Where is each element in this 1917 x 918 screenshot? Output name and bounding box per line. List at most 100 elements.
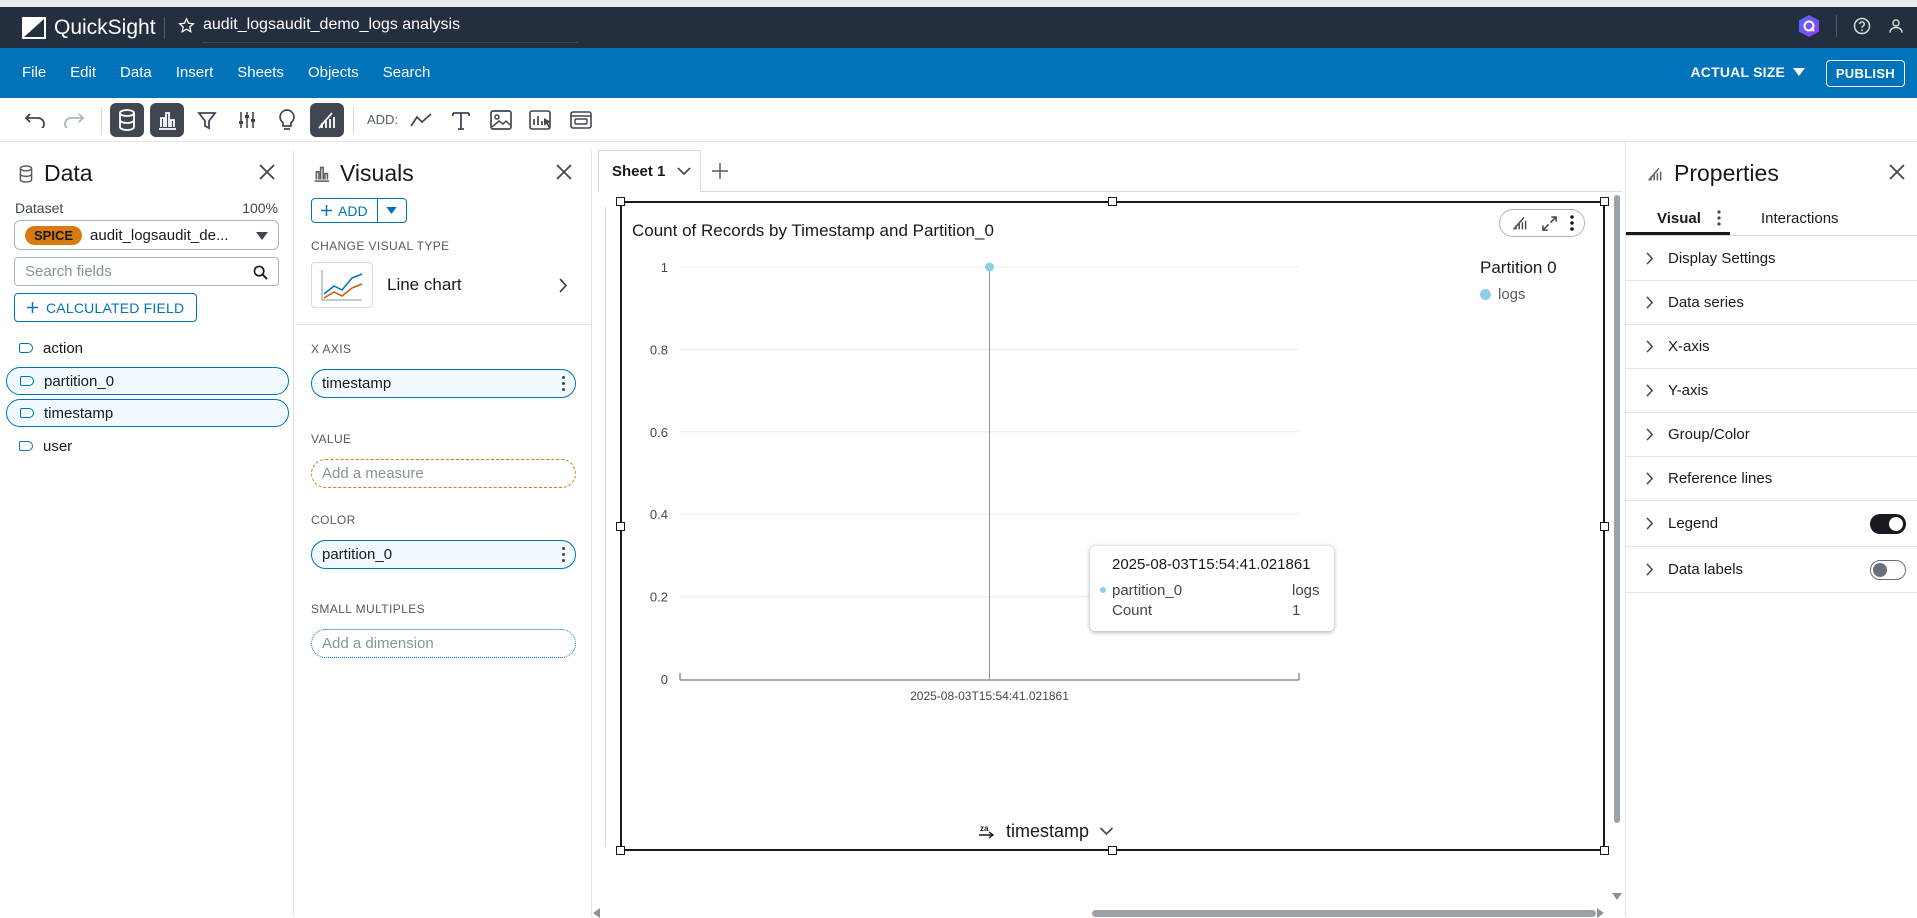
data-labels-toggle[interactable] [1870,560,1906,580]
quicksight-logo[interactable]: QuickSight [22,16,156,40]
vertical-scrollbar[interactable] [1614,195,1620,823]
dataset-select[interactable]: SPICE audit_logsaudit_de... [14,220,279,250]
add-image-button[interactable] [484,103,518,137]
x-axis-field-well[interactable]: timestamp [311,369,576,398]
add-visual-split-button[interactable]: ADD [311,198,407,223]
x-axis-title: timestamp [1006,821,1090,841]
line-chart[interactable]: 0 0.2 0.4 0.6 0.8 1 2025-08-03T15:54:41.021861 [622,203,1603,849]
q-assistant-icon[interactable] [1798,14,1820,38]
add-insight-button[interactable] [524,103,558,137]
chevron-right-icon [559,278,568,293]
legend-toggle[interactable] [1870,514,1906,534]
dimension-tag-icon [20,376,34,386]
dimension-tag-icon [19,343,33,353]
tab-sheet-1[interactable]: Sheet 1 [598,150,701,192]
undo-icon [24,113,45,128]
user-icon[interactable] [1887,17,1905,35]
add-button[interactable]: ADD [312,199,378,222]
menu-file[interactable]: File [22,64,46,81]
horizontal-scrollbar[interactable] [1092,910,1596,917]
filter-button[interactable] [190,103,224,137]
visuals-pane-toggle[interactable] [150,103,184,137]
calculated-field-button[interactable]: CALCULATED FIELD [14,293,198,322]
y-tick-label: 0.8 [650,342,668,357]
close-icon[interactable] [555,163,573,181]
field-partition-0[interactable]: partition_0 [6,367,289,395]
data-panel-header: Data [18,160,93,187]
chart-cursor-icon [529,110,551,130]
x-axis-field-selector[interactable]: za timestamp [978,821,1114,842]
caret-down-icon [1793,68,1805,76]
dataset-label: Dataset [15,200,64,216]
section-y-axis[interactable]: Y-axis [1626,369,1917,413]
x-tick-label: 2025-08-03T15:54:41.021861 [910,689,1069,703]
scroll-down-arrow-icon[interactable] [1612,893,1622,900]
chevron-down-icon[interactable] [677,167,691,176]
help-icon[interactable] [1853,17,1871,35]
field-label: timestamp [44,404,114,422]
section-group-color[interactable]: Group/Color [1626,413,1917,457]
field-label: user [43,437,73,455]
field-timestamp[interactable]: timestamp [6,399,289,427]
add-visual-button[interactable] [404,103,438,137]
star-icon[interactable] [178,16,195,34]
menu-data[interactable]: Data [120,64,152,81]
chevron-right-icon [1646,563,1654,576]
tab-interactions[interactable]: Interactions [1761,210,1839,227]
section-data-series[interactable]: Data series [1626,281,1917,325]
section-x-axis[interactable]: X-axis [1626,325,1917,369]
color-field-well[interactable]: partition_0 [311,540,576,569]
small-multiples-field-well[interactable]: Add a dimension [311,629,576,658]
more-options-icon[interactable] [562,547,566,565]
tooltip-header: 2025-08-03T15:54:41.021861 [1112,556,1311,573]
value-field-well[interactable]: Add a measure [311,459,576,488]
close-icon[interactable] [258,163,276,181]
redo-button[interactable] [57,103,91,137]
chevron-down-icon [1099,827,1114,836]
search-fields-input[interactable]: Search fields [14,257,279,286]
tooltip-value: logs [1292,581,1320,599]
field-action[interactable]: action [6,334,289,362]
publish-button[interactable]: PUBLISH [1825,60,1905,87]
chevron-right-icon [1646,384,1654,397]
text-icon [452,112,470,130]
visual-container[interactable]: Count of Records by Timestamp and Partit… [616,197,1609,855]
menu-bar: File Edit Data Insert Sheets Objects Sea… [0,48,1917,98]
section-reference-lines[interactable]: Reference lines [1626,457,1917,501]
undo-button[interactable] [18,103,52,137]
actual-size-dropdown[interactable]: ACTUAL SIZE [1690,64,1805,80]
add-sheet-icon[interactable] [712,163,728,179]
data-pane-toggle[interactable] [110,103,144,137]
caret-down-icon [256,232,268,240]
close-icon[interactable] [1888,163,1906,181]
legend-item-logs[interactable]: logs [1480,286,1526,303]
field-user[interactable]: user [6,432,289,460]
spice-badge: SPICE [25,225,83,245]
add-text-button[interactable] [444,103,478,137]
menu-insert[interactable]: Insert [176,64,214,81]
menu-search[interactable]: Search [383,64,431,81]
section-data-labels[interactable]: Data labels [1626,547,1917,593]
sheet-tab-label: Sheet 1 [612,163,666,180]
field-label: partition_0 [44,372,115,390]
y-tick-label: 0.6 [650,425,668,440]
section-display-settings[interactable]: Display Settings [1626,237,1917,281]
parameters-button[interactable] [230,103,264,137]
insights-button[interactable] [270,103,304,137]
section-legend[interactable]: Legend [1626,501,1917,547]
chevron-right-icon [1646,428,1654,441]
menu-sheets[interactable]: Sheets [237,64,284,81]
more-options-icon[interactable] [562,376,566,394]
add-dropdown-button[interactable] [378,207,406,214]
menu-objects[interactable]: Objects [308,64,359,81]
more-options-icon[interactable] [1717,210,1721,226]
visual-type-selector[interactable]: Line chart [311,262,576,308]
tab-visual[interactable]: Visual [1657,210,1701,227]
analysis-title[interactable]: audit_logsaudit_demo_logs analysis [203,16,460,34]
visuals-panel: Visuals ADD CHANGE VISUAL TYPE Line char… [295,150,592,917]
actual-size-label: ACTUAL SIZE [1690,64,1785,80]
properties-pane-toggle[interactable] [310,103,344,137]
menu-edit[interactable]: Edit [70,64,96,81]
tooltip-row: Count 1 [1112,600,1334,620]
add-embed-button[interactable] [564,103,598,137]
